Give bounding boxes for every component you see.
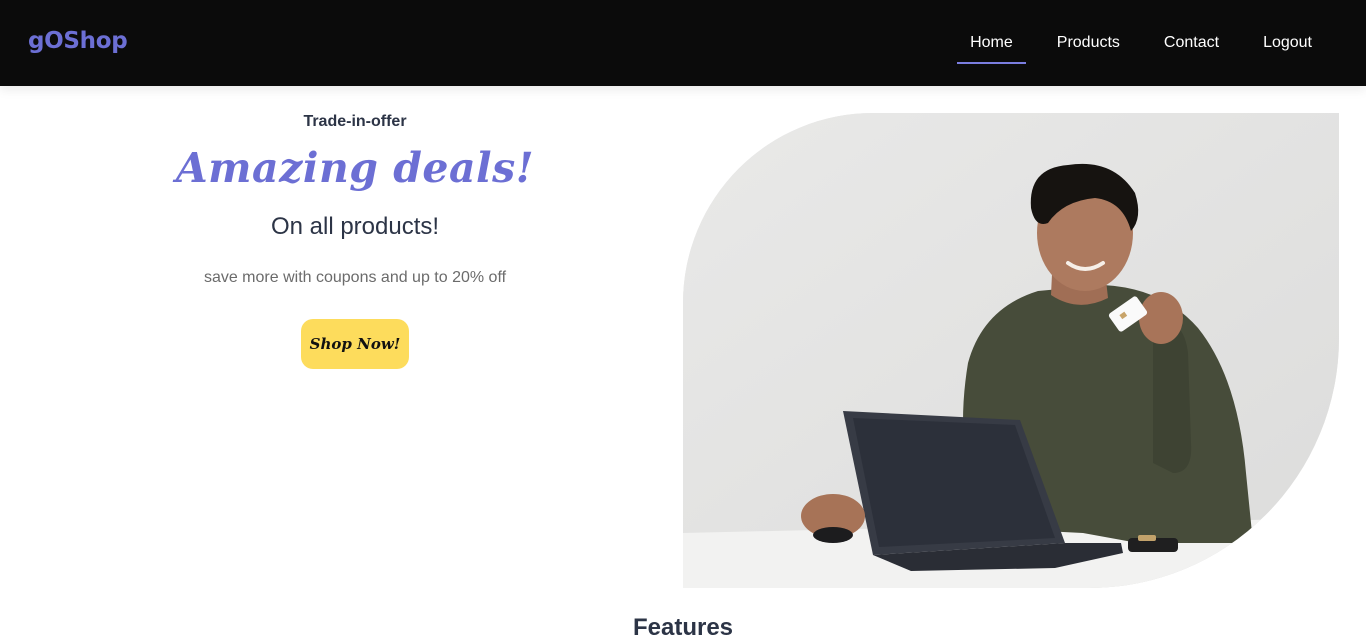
hero-text: Trade-in-offer Amazing deals! On all pro… bbox=[0, 86, 710, 506]
brand-logo[interactable]: gOShop bbox=[28, 28, 128, 54]
hero-eyebrow: Trade-in-offer bbox=[303, 113, 407, 130]
hero-subhead: On all products! bbox=[270, 213, 440, 240]
hero-image bbox=[683, 113, 1339, 588]
hero-blurb: save more with coupons and up to 20% off bbox=[203, 269, 507, 286]
nav-link-logout[interactable]: Logout bbox=[1250, 33, 1325, 53]
features-heading: Features bbox=[632, 614, 734, 641]
nav-link-home[interactable]: Home bbox=[957, 33, 1026, 64]
hero-headline: Amazing deals! bbox=[175, 144, 535, 192]
man-with-laptop-illustration bbox=[683, 113, 1339, 588]
shop-now-button[interactable]: Shop Now! bbox=[301, 319, 409, 369]
nav-link-products[interactable]: Products bbox=[1044, 33, 1133, 53]
nav-link-contact[interactable]: Contact bbox=[1151, 33, 1232, 53]
top-navbar: gOShop Home Products Contact Logout bbox=[0, 0, 1366, 86]
nav-links: Home Products Contact Logout bbox=[939, 0, 1325, 86]
